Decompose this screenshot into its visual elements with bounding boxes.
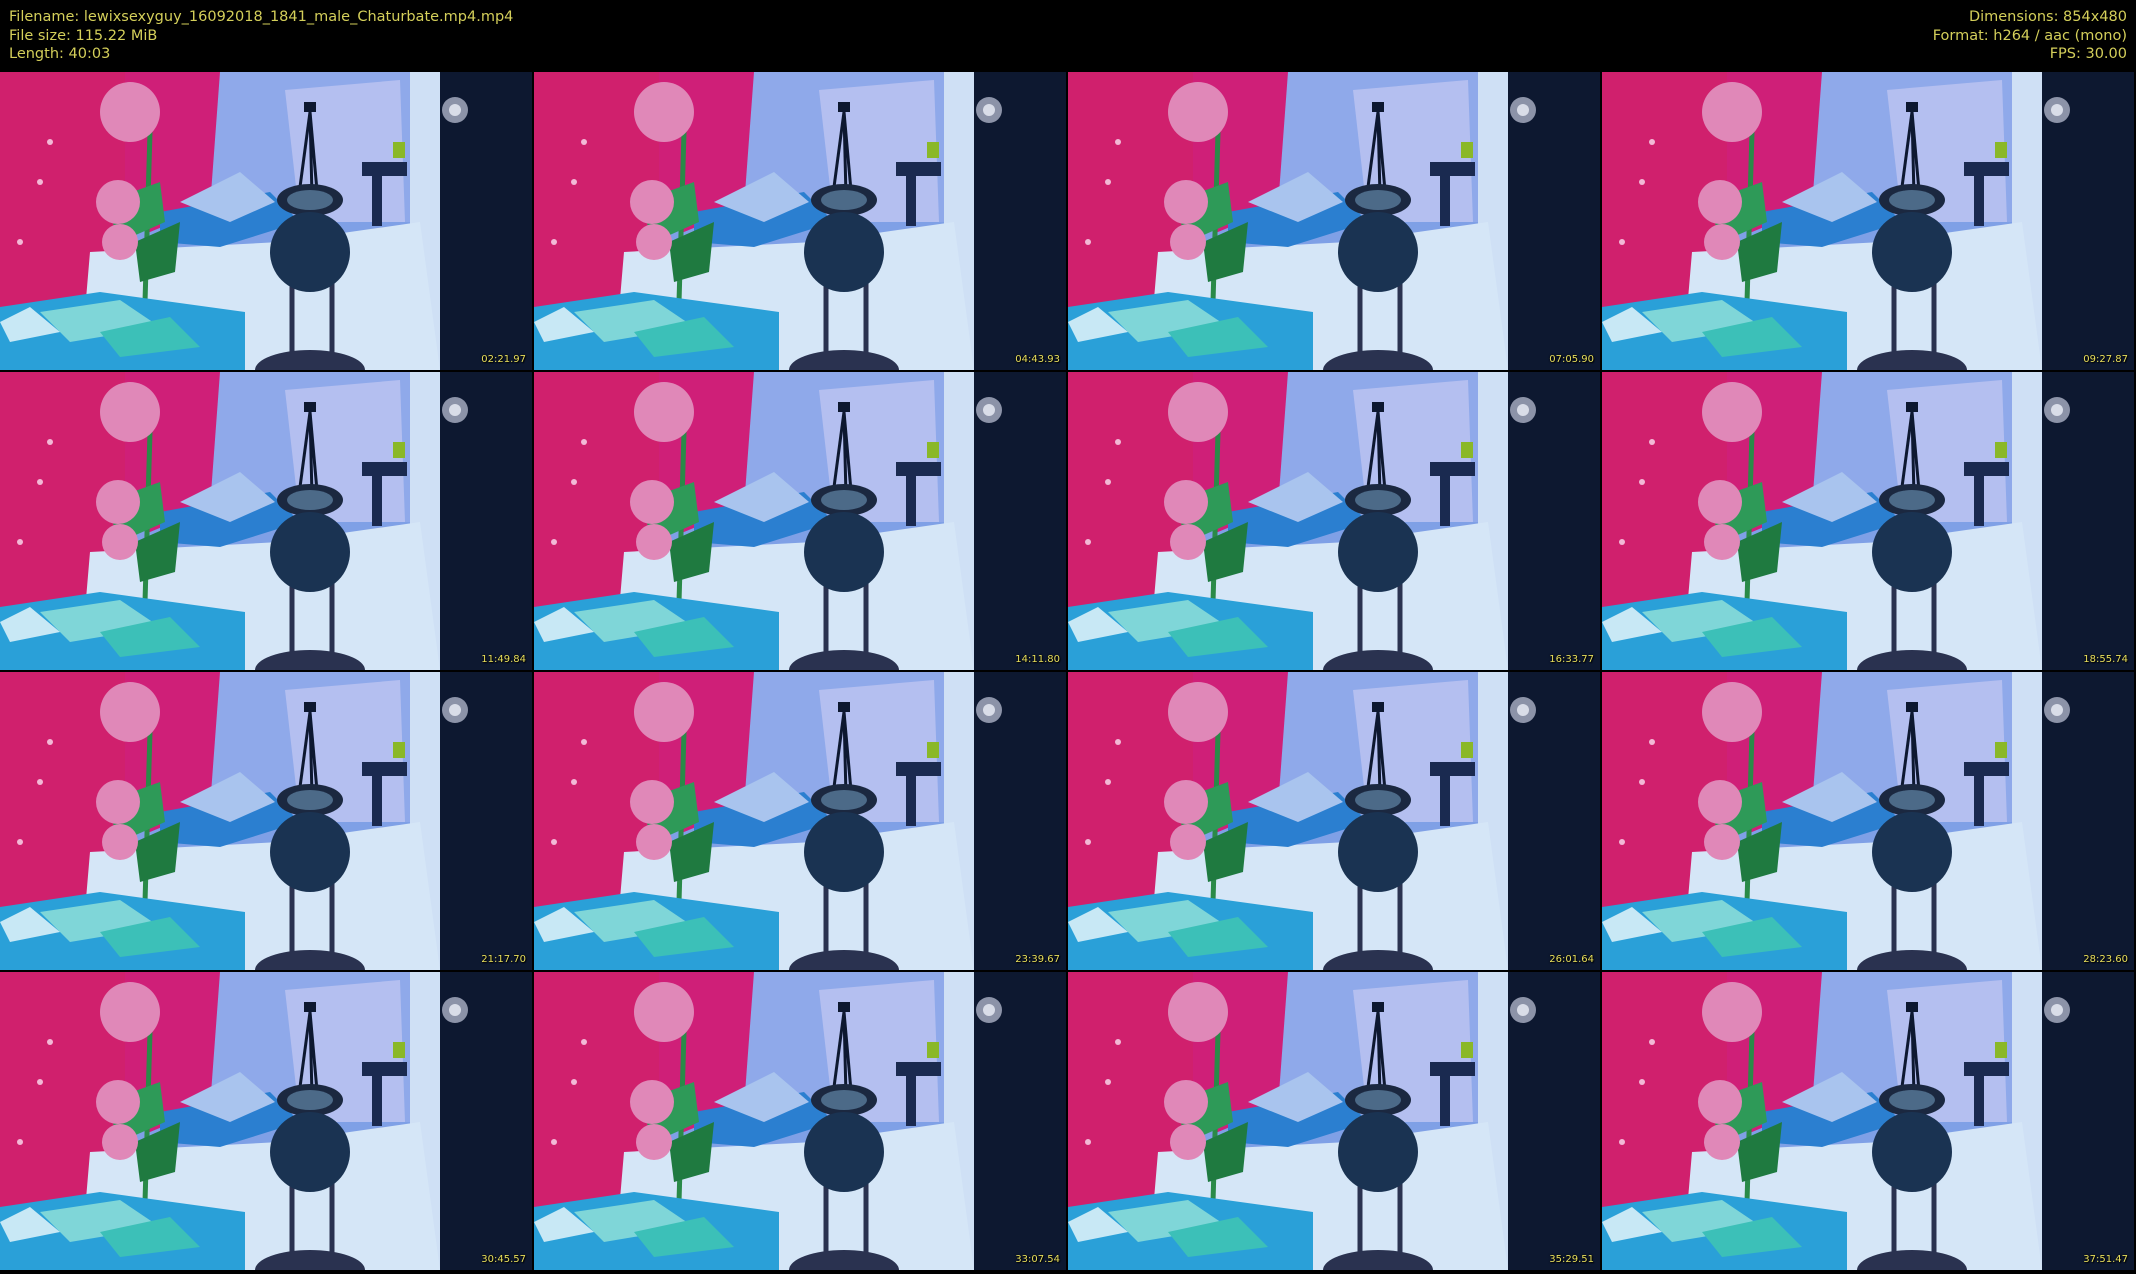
video-frame-image	[0, 972, 532, 1270]
video-frame-image	[534, 72, 1066, 370]
format-label: Format: h264 / aac (mono)	[1932, 27, 2127, 44]
video-frame-image	[1602, 372, 2134, 670]
timestamp-label: 21:17.70	[481, 954, 526, 965]
video-thumbnail-11[interactable]: 26:01.64	[1068, 672, 1600, 970]
video-thumbnail-7[interactable]: 16:33.77	[1068, 372, 1600, 670]
thumbnail-grid: 02:21.97 04:43.93 07:05.90 09:27.87 11:4…	[0, 72, 2136, 1274]
video-thumbnail-10[interactable]: 23:39.67	[534, 672, 1066, 970]
timestamp-label: 16:33.77	[1549, 654, 1594, 665]
video-frame-image	[1068, 72, 1600, 370]
timestamp-label: 23:39.67	[1015, 954, 1060, 965]
video-frame-image	[534, 972, 1066, 1270]
timestamp-label: 28:23.60	[2083, 954, 2128, 965]
video-thumbnail-5[interactable]: 11:49.84	[0, 372, 532, 670]
video-frame-image	[1602, 72, 2134, 370]
timestamp-label: 26:01.64	[1549, 954, 1594, 965]
video-thumbnail-14[interactable]: 33:07.54	[534, 972, 1066, 1270]
contact-sheet: Filename: lewixsexyguy_16092018_1841_mal…	[0, 0, 2136, 1274]
timestamp-label: 14:11.80	[1015, 654, 1060, 665]
filesize-label: File size: 115.22 MiB	[9, 27, 158, 44]
timestamp-label: 33:07.54	[1015, 1254, 1060, 1265]
video-frame-image	[0, 372, 532, 670]
filename-label: Filename: lewixsexyguy_16092018_1841_mal…	[9, 9, 514, 25]
video-thumbnail-13[interactable]: 30:45.57	[0, 972, 532, 1270]
video-thumbnail-4[interactable]: 09:27.87	[1602, 72, 2134, 370]
video-thumbnail-16[interactable]: 37:51.47	[1602, 972, 2134, 1270]
video-thumbnail-12[interactable]: 28:23.60	[1602, 672, 2134, 970]
timestamp-label: 35:29.51	[1549, 1254, 1594, 1265]
timestamp-label: 18:55.74	[2083, 654, 2128, 665]
timestamp-label: 07:05.90	[1549, 354, 1594, 365]
dimensions-label: Dimensions: 854x480	[1968, 9, 2127, 25]
video-thumbnail-6[interactable]: 14:11.80	[534, 372, 1066, 670]
video-thumbnail-8[interactable]: 18:55.74	[1602, 372, 2134, 670]
video-thumbnail-1[interactable]: 02:21.97	[0, 72, 532, 370]
length-label: Length: 40:03	[9, 46, 111, 62]
timestamp-label: 02:21.97	[481, 354, 526, 365]
fps-label: FPS: 30.00	[2049, 46, 2127, 62]
file-info-left: Filename: lewixsexyguy_16092018_1841_mal…	[9, 0, 1069, 80]
video-frame-image	[1068, 972, 1600, 1270]
timestamp-label: 09:27.87	[2083, 354, 2128, 365]
timestamp-label: 30:45.57	[481, 1254, 526, 1265]
file-info-right: Dimensions: 854x480 Format: h264 / aac (…	[1067, 0, 2127, 80]
video-frame-image	[1602, 672, 2134, 970]
video-thumbnail-9[interactable]: 21:17.70	[0, 672, 532, 970]
timestamp-label: 11:49.84	[481, 654, 526, 665]
video-thumbnail-15[interactable]: 35:29.51	[1068, 972, 1600, 1270]
timestamp-label: 37:51.47	[2083, 1254, 2128, 1265]
video-frame-image	[534, 372, 1066, 670]
video-frame-image	[0, 672, 532, 970]
video-frame-image	[0, 72, 532, 370]
video-frame-image	[1068, 672, 1600, 970]
video-thumbnail-3[interactable]: 07:05.90	[1068, 72, 1600, 370]
video-frame-image	[1068, 372, 1600, 670]
video-frame-image	[1602, 972, 2134, 1270]
video-frame-image	[534, 672, 1066, 970]
timestamp-label: 04:43.93	[1015, 354, 1060, 365]
video-thumbnail-2[interactable]: 04:43.93	[534, 72, 1066, 370]
